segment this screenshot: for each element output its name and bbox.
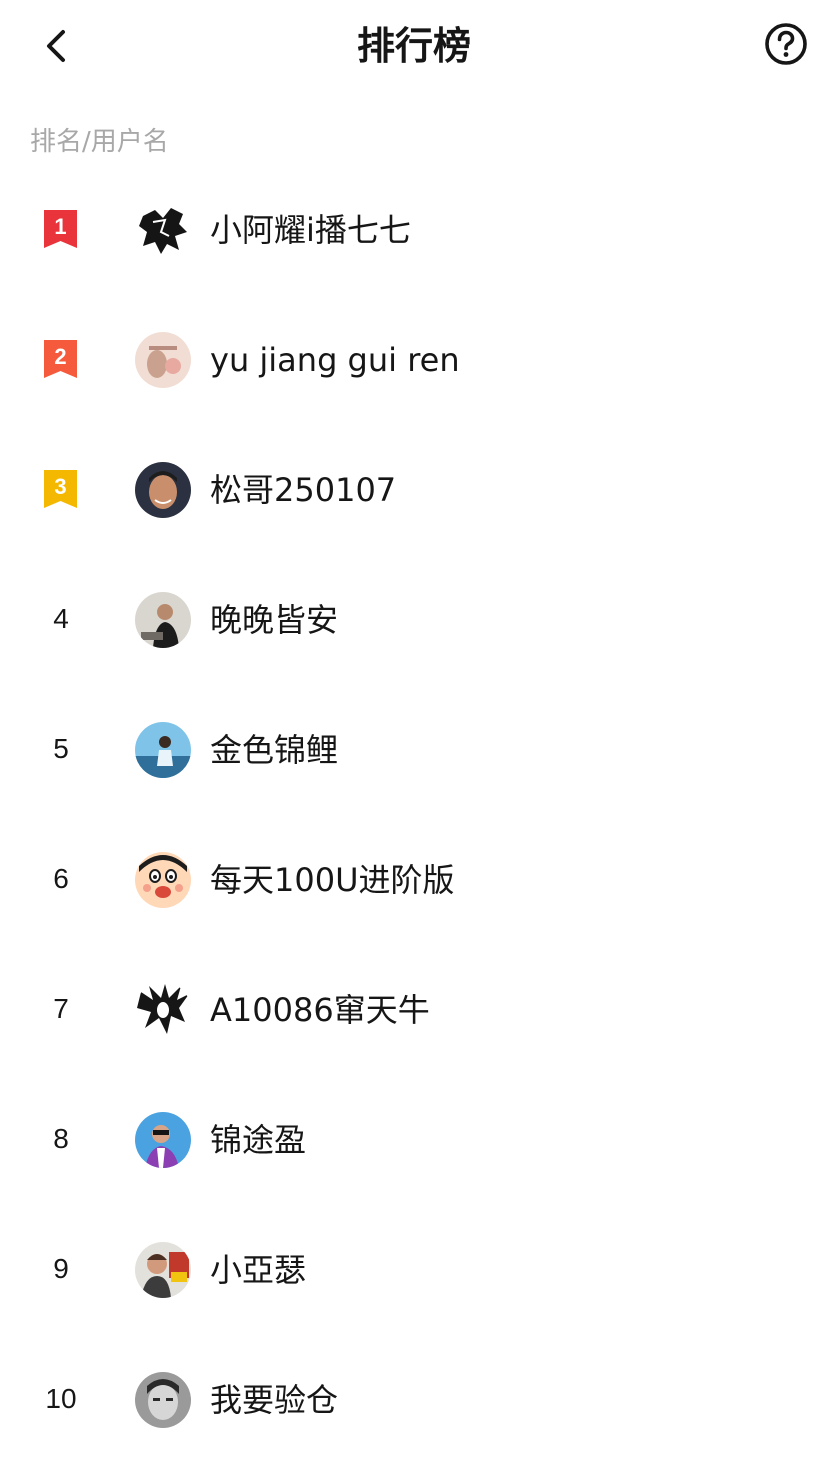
avatar-image xyxy=(135,852,191,908)
avatar[interactable] xyxy=(135,462,191,518)
rank-3-badge-icon: 3 xyxy=(44,470,77,508)
help-button[interactable] xyxy=(762,20,810,68)
rank-2-badge-icon: 2 xyxy=(44,340,77,378)
rank-number: 9 xyxy=(53,1253,69,1284)
avatar[interactable] xyxy=(135,332,191,388)
avatar-image xyxy=(135,332,191,388)
avatar[interactable] xyxy=(135,592,191,648)
column-header: 排名/用户名 xyxy=(30,127,169,157)
username: 金色锦鲤 xyxy=(210,731,339,769)
avatar[interactable] xyxy=(135,982,191,1038)
avatar[interactable] xyxy=(135,1372,191,1428)
username: yu jiang gui ren xyxy=(210,341,460,379)
avatar[interactable] xyxy=(135,202,191,258)
avatar[interactable] xyxy=(135,852,191,908)
rank-number: 5 xyxy=(53,733,69,764)
leaderboard-row[interactable]: 10 我要验仓 xyxy=(0,1336,828,1466)
rank-number: 4 xyxy=(53,603,69,634)
username: A10086窜天牛 xyxy=(210,991,430,1029)
username: 每天100U进阶版 xyxy=(210,861,455,899)
avatar-image xyxy=(135,1242,191,1298)
leaderboard-row[interactable]: 8 锦途盈 xyxy=(0,1076,828,1206)
leaderboard-row[interactable]: 5 金色锦鲤 xyxy=(0,686,828,816)
top-bar: 排行榜 xyxy=(0,0,828,90)
rank-label: 3 xyxy=(54,474,66,499)
leaderboard-row[interactable]: 3 松哥250107 xyxy=(0,426,828,556)
leaderboard-row[interactable]: 2 yu jiang gui ren xyxy=(0,296,828,426)
avatar-image xyxy=(135,202,191,258)
username: 松哥250107 xyxy=(210,471,397,509)
rank-1-badge-icon: 1 xyxy=(44,210,77,248)
username: 锦途盈 xyxy=(210,1121,307,1159)
leaderboard-row[interactable]: 4 晚晚皆安 xyxy=(0,556,828,686)
rank-label: 1 xyxy=(54,214,66,239)
avatar-image xyxy=(135,722,191,778)
leaderboard-row[interactable]: 9 小亞瑟 xyxy=(0,1206,828,1336)
username: 晚晚皆安 xyxy=(210,601,339,639)
rank-number: 7 xyxy=(53,993,69,1024)
rank-number: 6 xyxy=(53,863,69,894)
leaderboard-row[interactable]: 1 小阿耀i播七七 xyxy=(0,166,828,296)
rank-number: 10 xyxy=(45,1383,77,1414)
leaderboard-row[interactable]: 6 每天100U进阶版 xyxy=(0,816,828,946)
username: 小亞瑟 xyxy=(210,1251,307,1289)
avatar-image xyxy=(135,1112,191,1168)
username: 我要验仓 xyxy=(210,1381,339,1419)
avatar-image xyxy=(135,462,191,518)
username: 小阿耀i播七七 xyxy=(210,211,411,249)
avatar-image xyxy=(135,592,191,648)
leaderboard-list: 1 小阿耀i播七七 2 yu jiang gui ren 3 松哥250107 … xyxy=(0,166,828,1466)
avatar-image xyxy=(135,982,191,1038)
page-title: 排行榜 xyxy=(356,24,471,68)
rank-label: 2 xyxy=(54,344,66,369)
rank-number: 8 xyxy=(53,1123,69,1154)
avatar[interactable] xyxy=(135,1112,191,1168)
avatar-image xyxy=(135,1372,191,1428)
avatar[interactable] xyxy=(135,1242,191,1298)
question-circle-icon xyxy=(765,23,807,65)
avatar[interactable] xyxy=(135,722,191,778)
leaderboard-row[interactable]: 7 A10086窜天牛 xyxy=(0,946,828,1076)
